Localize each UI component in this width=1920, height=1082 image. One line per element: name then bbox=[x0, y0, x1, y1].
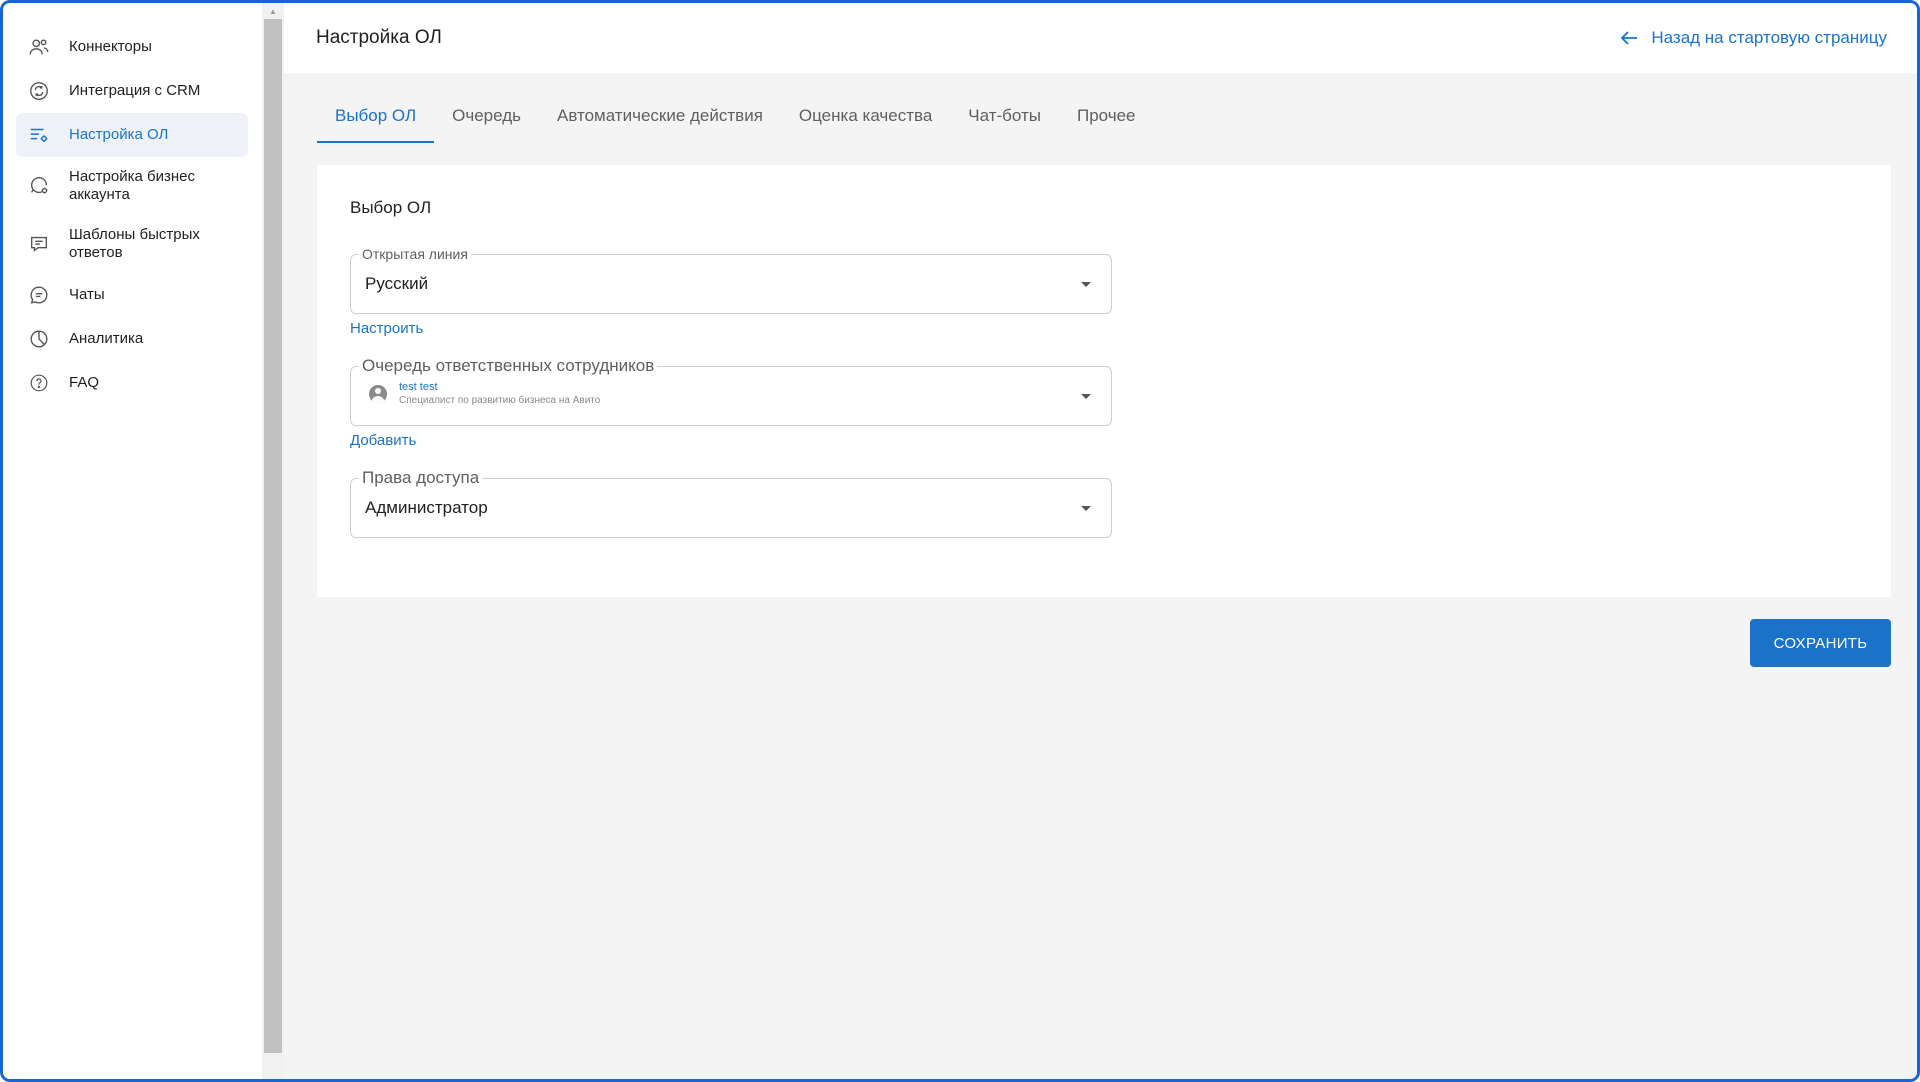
app-window: Коннекторы Интеграция с CRM Настройка ОЛ… bbox=[0, 0, 1920, 1082]
tab-other[interactable]: Прочее bbox=[1059, 101, 1154, 143]
person-role: Специалист по развитию бизнеса на Авито bbox=[399, 395, 601, 406]
save-button[interactable]: СОХРАНИТЬ bbox=[1750, 619, 1891, 667]
help-circle-icon bbox=[28, 372, 50, 394]
open-line-select[interactable]: Открытая линия Русский bbox=[350, 246, 1112, 314]
business-account-icon bbox=[28, 175, 50, 197]
connectors-icon bbox=[28, 36, 50, 58]
access-rights-label: Права доступа bbox=[359, 468, 483, 488]
queue-label: Очередь ответственных сотрудников bbox=[359, 356, 658, 376]
scroll-up-arrow-icon[interactable]: ▲ bbox=[262, 3, 284, 19]
back-link-label: Назад на стартовую страницу bbox=[1651, 28, 1887, 47]
card-title: Выбор ОЛ bbox=[350, 198, 432, 217]
sidebar-item-label: FAQ bbox=[69, 374, 100, 391]
access-rights-select[interactable]: Права доступа Администратор bbox=[350, 468, 1112, 538]
sidebar-item-quick-replies[interactable]: Шаблоны быстрых ответов bbox=[16, 215, 248, 273]
sidebar-item-label: Настройка бизнес аккаунта bbox=[69, 168, 195, 203]
sidebar-scrollbar[interactable]: ▲ bbox=[262, 3, 284, 1079]
scrollbar-thumb[interactable] bbox=[264, 19, 282, 1053]
queue-select[interactable]: Очередь ответственных сотрудников test t… bbox=[350, 356, 1112, 426]
chevron-down-icon bbox=[1081, 394, 1091, 399]
access-rights-value: Администратор bbox=[365, 498, 488, 517]
page-title: Настройка ОЛ bbox=[316, 27, 442, 48]
sidebar-item-label: Чаты bbox=[69, 286, 105, 303]
sidebar-item-business-account[interactable]: Настройка бизнес аккаунта bbox=[16, 157, 248, 215]
main-content: Настройка ОЛ Назад на стартовую страницу… bbox=[284, 3, 1917, 1079]
tab-queue[interactable]: Очередь bbox=[434, 101, 539, 143]
tab-chatbots[interactable]: Чат-боты bbox=[950, 101, 1059, 143]
tab-ol-select[interactable]: Выбор ОЛ bbox=[317, 101, 435, 143]
chevron-down-icon bbox=[1081, 282, 1091, 287]
tabs-bar: Выбор ОЛ Очередь Автоматические действия… bbox=[284, 101, 1917, 143]
chevron-down-icon bbox=[1081, 506, 1091, 511]
list-settings-icon bbox=[28, 124, 50, 146]
add-link[interactable]: Добавить bbox=[350, 432, 416, 449]
open-line-label: Открытая линия bbox=[359, 246, 471, 262]
sidebar-item-chats[interactable]: Чаты bbox=[16, 273, 248, 317]
person-name: test test bbox=[399, 381, 438, 393]
sidebar: Коннекторы Интеграция с CRM Настройка ОЛ… bbox=[3, 3, 261, 1079]
tab-quality[interactable]: Оценка качества bbox=[781, 101, 950, 143]
back-to-start-link[interactable]: Назад на стартовую страницу bbox=[1617, 26, 1887, 50]
sidebar-item-crm[interactable]: Интеграция с CRM bbox=[16, 69, 248, 113]
sidebar-item-label: Коннекторы bbox=[69, 38, 152, 55]
arrow-left-icon bbox=[1621, 31, 1638, 45]
tab-auto-actions[interactable]: Автоматические действия bbox=[539, 101, 781, 143]
configure-link[interactable]: Настроить bbox=[350, 320, 423, 337]
sidebar-item-analytics[interactable]: Аналитика bbox=[16, 317, 248, 361]
sidebar-item-label: Аналитика bbox=[69, 330, 144, 347]
ol-select-card: Выбор ОЛ Открытая линия Русский Настроит… bbox=[317, 165, 1891, 597]
sidebar-item-faq[interactable]: FAQ bbox=[16, 361, 248, 405]
chat-icon bbox=[28, 284, 50, 306]
sync-icon bbox=[28, 80, 50, 102]
open-line-value: Русский bbox=[365, 274, 429, 293]
sidebar-item-connectors[interactable]: Коннекторы bbox=[16, 25, 248, 69]
sidebar-item-label: Настройка ОЛ bbox=[69, 126, 169, 143]
queue-person: test test Специалист по развитию бизнеса… bbox=[369, 381, 600, 407]
sidebar-item-label: Шаблоны быстрых ответов bbox=[69, 226, 200, 261]
sidebar-nav: Коннекторы Интеграция с CRM Настройка ОЛ… bbox=[3, 3, 261, 405]
avatar-icon bbox=[369, 385, 387, 403]
sidebar-item-label: Интеграция с CRM bbox=[69, 82, 201, 99]
sidebar-item-ol-settings[interactable]: Настройка ОЛ bbox=[16, 113, 248, 157]
pie-chart-icon bbox=[28, 328, 50, 350]
top-bar: Настройка ОЛ Назад на стартовую страницу bbox=[284, 3, 1917, 73]
message-template-icon bbox=[28, 233, 50, 255]
